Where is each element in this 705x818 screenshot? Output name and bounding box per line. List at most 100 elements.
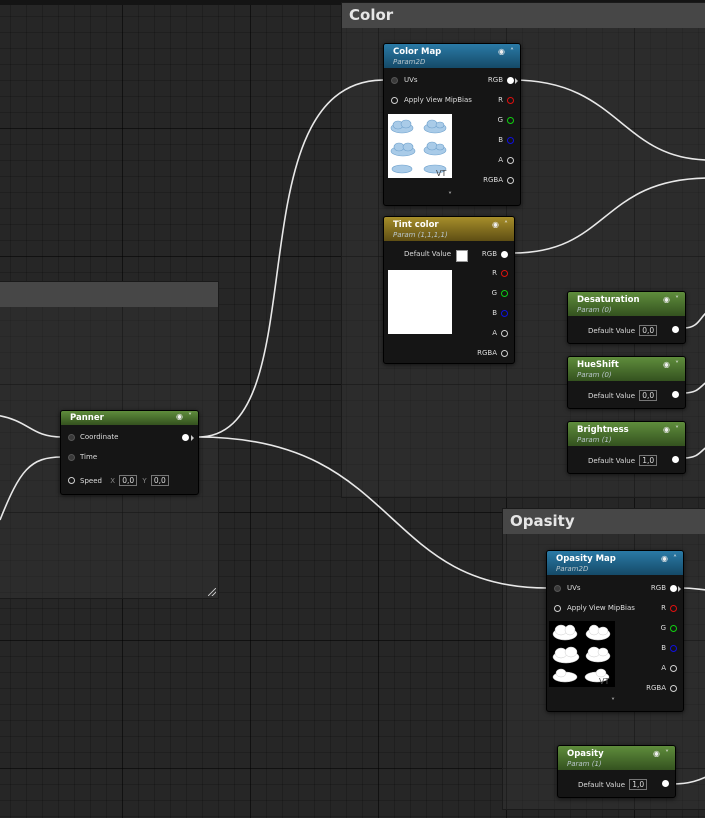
pin-a-out[interactable] bbox=[501, 330, 508, 337]
node-brightness[interactable]: Brightness Param (1) ◉ ˅ Default Value 1,… bbox=[567, 421, 686, 474]
node-header[interactable]: Tint color Param (1,1,1,1) ◉ ˄ bbox=[384, 217, 514, 241]
eye-icon[interactable]: ◉ bbox=[498, 47, 505, 56]
pin-apply-view-mip-bias-in[interactable] bbox=[554, 605, 561, 612]
speed-x-input[interactable]: 0,0 bbox=[119, 475, 138, 486]
node-opasity-map[interactable]: Opasity Map Param2D ◉ ˄ UVs Apply View Mi… bbox=[546, 550, 684, 712]
texture-preview-clouds-mask: VT bbox=[549, 621, 615, 687]
pin-rgba-out[interactable] bbox=[507, 177, 514, 184]
output-pin[interactable] bbox=[672, 456, 679, 463]
speed-y-input[interactable]: 0,0 bbox=[150, 475, 169, 486]
pin-label-speed: Speed bbox=[80, 477, 102, 485]
node-header[interactable]: HueShift Param (0) ◉ ˅ bbox=[568, 357, 685, 381]
pin-label-rgb: RGB bbox=[487, 76, 503, 84]
node-header[interactable]: Color Map Param2D ◉ ˄ bbox=[384, 44, 520, 68]
chevron-down-icon[interactable]: ˅ bbox=[675, 360, 679, 369]
node-header[interactable]: Opasity Param (1) ◉ ˅ bbox=[558, 746, 675, 770]
chevron-up-icon[interactable]: ˄ bbox=[504, 220, 508, 229]
pin-label-b: B bbox=[492, 309, 497, 317]
pin-r-out[interactable] bbox=[501, 270, 508, 277]
pin-label-coordinate: Coordinate bbox=[80, 433, 119, 441]
wire-panner-to-colormap-uvs bbox=[197, 79, 385, 438]
node-header[interactable]: Brightness Param (1) ◉ ˅ bbox=[568, 422, 685, 446]
pin-g-out[interactable] bbox=[507, 117, 514, 124]
default-value-label: Default Value bbox=[588, 327, 636, 335]
pin-uvs-in[interactable] bbox=[554, 585, 561, 592]
node-header[interactable]: Opasity Map Param2D ◉ ˄ bbox=[547, 551, 683, 575]
pin-g-out[interactable] bbox=[670, 625, 677, 632]
pin-speed-in[interactable] bbox=[68, 477, 75, 484]
default-value-input[interactable]: 0,0 bbox=[639, 325, 658, 336]
pin-label-g: G bbox=[497, 116, 503, 124]
wire-into-panner-time bbox=[0, 456, 63, 521]
chevron-up-icon[interactable]: ˄ bbox=[510, 47, 514, 56]
pin-time-in[interactable] bbox=[68, 454, 75, 461]
chevron-up-icon[interactable]: ˄ bbox=[673, 554, 677, 563]
chevron-down-icon[interactable]: ˅ bbox=[188, 412, 192, 421]
pin-label-a: A bbox=[498, 156, 503, 164]
pin-label-uvs: UVs bbox=[567, 584, 581, 592]
chevron-down-icon[interactable]: ˅ bbox=[611, 697, 615, 706]
node-panner[interactable]: Panner ◉ ˅ Coordinate Time Speed X 0,0 Y … bbox=[60, 410, 199, 495]
pin-label-apply-view-mip-bias: Apply View MipBias bbox=[404, 96, 472, 104]
eye-icon[interactable]: ◉ bbox=[176, 412, 183, 421]
default-value-input[interactable]: 1,0 bbox=[639, 455, 658, 466]
pin-label-time: Time bbox=[80, 453, 98, 461]
chevron-down-icon[interactable]: ˅ bbox=[675, 295, 679, 304]
node-header[interactable]: Panner ◉ ˅ bbox=[61, 411, 198, 425]
node-hueshift[interactable]: HueShift Param (0) ◉ ˅ Default Value 0,0 bbox=[567, 356, 686, 409]
pin-label-g: G bbox=[660, 624, 666, 632]
pin-label-r: R bbox=[661, 604, 666, 612]
pin-g-out[interactable] bbox=[501, 290, 508, 297]
pin-rgba-out[interactable] bbox=[501, 350, 508, 357]
node-tint-color[interactable]: Tint color Param (1,1,1,1) ◉ ˄ Default Va… bbox=[383, 216, 515, 364]
eye-icon[interactable]: ◉ bbox=[663, 360, 670, 369]
node-subtitle: Param2D bbox=[393, 58, 426, 66]
default-value-input[interactable]: 0,0 bbox=[639, 390, 658, 401]
wire-brightness-out bbox=[683, 447, 705, 459]
pin-rgb-out[interactable] bbox=[501, 251, 508, 258]
pin-r-out[interactable] bbox=[507, 97, 514, 104]
chevron-down-icon[interactable]: ˅ bbox=[665, 749, 669, 758]
pin-rgba-out[interactable] bbox=[670, 685, 677, 692]
pin-b-out[interactable] bbox=[501, 310, 508, 317]
default-value-label: Default Value bbox=[588, 392, 636, 400]
node-subtitle: Param (0) bbox=[577, 371, 612, 379]
speed-x-label: X bbox=[110, 477, 115, 485]
virtual-texture-badge: VT bbox=[436, 169, 446, 178]
pin-label-b: B bbox=[498, 136, 503, 144]
chevron-down-icon[interactable]: ˅ bbox=[448, 191, 452, 200]
pin-rgb-out[interactable] bbox=[670, 585, 677, 592]
pin-label-rgb: RGB bbox=[481, 250, 497, 258]
eye-icon[interactable]: ◉ bbox=[653, 749, 660, 758]
node-desaturation[interactable]: Desaturation Param (0) ◉ ˅ Default Value … bbox=[567, 291, 686, 344]
wire-opasity-out bbox=[671, 776, 705, 785]
output-pin[interactable] bbox=[672, 326, 679, 333]
pin-b-out[interactable] bbox=[670, 645, 677, 652]
node-header[interactable]: Desaturation Param (0) ◉ ˅ bbox=[568, 292, 685, 316]
pin-coordinate-in[interactable] bbox=[68, 434, 75, 441]
default-value-input[interactable]: 1,0 bbox=[629, 779, 648, 790]
output-pin[interactable] bbox=[672, 391, 679, 398]
pin-b-out[interactable] bbox=[507, 137, 514, 144]
eye-icon[interactable]: ◉ bbox=[663, 425, 670, 434]
eye-icon[interactable]: ◉ bbox=[661, 554, 668, 563]
pin-uvs-in[interactable] bbox=[391, 77, 398, 84]
wire-desaturation-out bbox=[683, 312, 705, 329]
output-pin[interactable] bbox=[662, 780, 669, 787]
node-subtitle: Param (0) bbox=[577, 306, 612, 314]
pin-panner-out[interactable] bbox=[182, 434, 189, 441]
node-subtitle: Param (1) bbox=[567, 760, 602, 768]
eye-icon[interactable]: ◉ bbox=[492, 220, 499, 229]
pin-a-out[interactable] bbox=[507, 157, 514, 164]
chevron-down-icon[interactable]: ˅ bbox=[675, 425, 679, 434]
pin-label-r: R bbox=[492, 269, 497, 277]
eye-icon[interactable]: ◉ bbox=[663, 295, 670, 304]
pin-r-out[interactable] bbox=[670, 605, 677, 612]
pin-apply-view-mip-bias-in[interactable] bbox=[391, 97, 398, 104]
pin-rgb-out[interactable] bbox=[507, 77, 514, 84]
wire-colormap-rgb-out bbox=[512, 79, 705, 161]
default-value-color-swatch[interactable] bbox=[456, 250, 468, 262]
node-opasity[interactable]: Opasity Param (1) ◉ ˅ Default Value 1,0 bbox=[557, 745, 676, 798]
pin-a-out[interactable] bbox=[670, 665, 677, 672]
node-color-map[interactable]: Color Map Param2D ◉ ˄ UVs Apply View MipB… bbox=[383, 43, 521, 206]
